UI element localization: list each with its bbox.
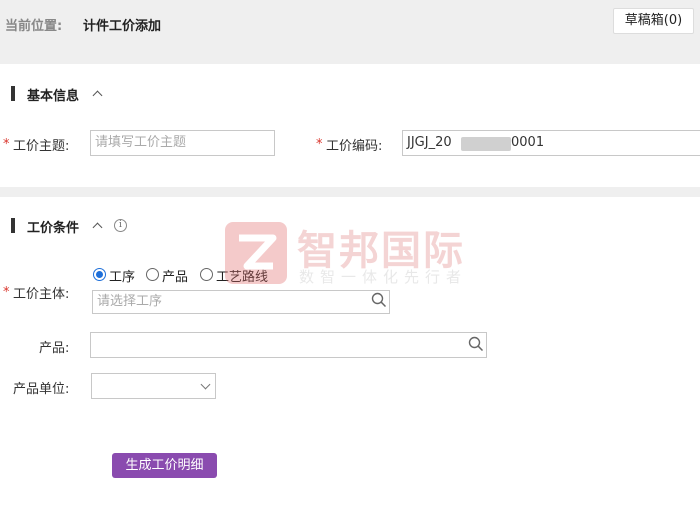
required-mark: * bbox=[3, 285, 10, 300]
radio-routing[interactable] bbox=[200, 268, 213, 281]
section-marker bbox=[11, 86, 15, 101]
collapse-chevron-icon[interactable] bbox=[92, 222, 103, 233]
breadcrumb-current: 计件工价添加 bbox=[83, 19, 162, 34]
section-title-basic-info: 基本信息 bbox=[27, 89, 80, 104]
radio-routing-label: 工艺路线 bbox=[216, 270, 269, 285]
radio-process[interactable] bbox=[93, 268, 106, 281]
info-icon[interactable]: i bbox=[114, 219, 127, 232]
condition-subject-label: 工价主体: bbox=[13, 287, 70, 302]
subject-label: 工价主题: bbox=[13, 139, 70, 154]
unit-select[interactable] bbox=[91, 373, 216, 399]
code-input[interactable]: JJGJ_20 bbox=[402, 130, 700, 156]
watermark-brand: 智邦国际 bbox=[297, 228, 465, 274]
section-marker bbox=[11, 218, 15, 233]
unit-label: 产品单位: bbox=[13, 382, 70, 397]
watermark-slogan: 数智一体化先行者 bbox=[299, 268, 468, 286]
section-title-conditions: 工价条件 bbox=[27, 221, 80, 236]
radio-product-label: 产品 bbox=[162, 270, 189, 285]
redacted-area bbox=[461, 137, 511, 151]
top-bar: 当前位置: 计件工价添加 草稿箱(0) bbox=[0, 0, 700, 64]
draft-box-button[interactable]: 草稿箱(0) bbox=[613, 8, 694, 34]
subject-input[interactable]: 请填写工价主题 bbox=[90, 130, 275, 156]
process-select-input[interactable]: 请选择工序 bbox=[92, 290, 390, 314]
search-icon[interactable] bbox=[371, 292, 387, 308]
code-suffix: 0001 bbox=[511, 135, 545, 150]
product-input[interactable] bbox=[90, 332, 487, 358]
required-mark: * bbox=[3, 137, 10, 152]
breadcrumb-label: 当前位置: bbox=[5, 19, 63, 34]
section-divider bbox=[0, 187, 700, 197]
required-mark: * bbox=[316, 137, 323, 152]
radio-product[interactable] bbox=[146, 268, 159, 281]
collapse-chevron-icon[interactable] bbox=[92, 90, 103, 101]
search-icon[interactable] bbox=[468, 336, 484, 352]
product-label: 产品: bbox=[39, 341, 70, 356]
code-label: 工价编码: bbox=[326, 139, 383, 154]
code-prefix: JJGJ_20 bbox=[407, 135, 452, 150]
generate-detail-button[interactable]: 生成工价明细 bbox=[112, 453, 217, 478]
radio-process-label: 工序 bbox=[109, 270, 136, 285]
